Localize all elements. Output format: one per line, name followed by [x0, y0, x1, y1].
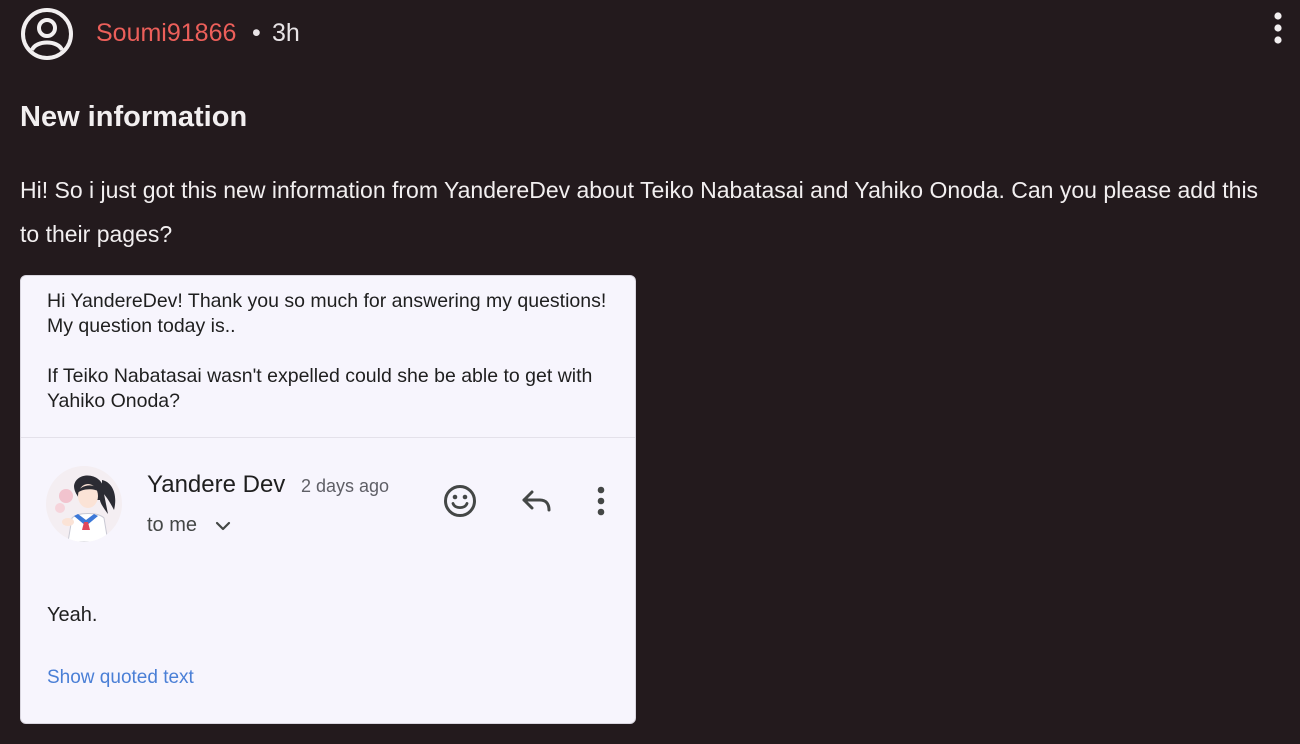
- recipient-label[interactable]: to me: [147, 514, 197, 537]
- chevron-down-icon[interactable]: [213, 516, 233, 536]
- post-author[interactable]: Soumi91866: [96, 19, 236, 48]
- reply-icon[interactable]: [516, 481, 556, 521]
- separator-dot: •: [252, 19, 261, 47]
- show-quoted-text-link[interactable]: Show quoted text: [47, 667, 194, 689]
- sender-avatar: [46, 466, 122, 542]
- email-screenshot: Hi YandereDev! Thank you so much for ans…: [20, 275, 636, 724]
- email-question-intro: Hi YandereDev! Thank you so much for ans…: [47, 290, 607, 337]
- post-time: 3h: [272, 19, 300, 47]
- user-avatar-icon[interactable]: [20, 7, 74, 61]
- sent-time: 2 days ago: [301, 476, 390, 496]
- post-body: Hi! So i just got this new information f…: [20, 177, 1259, 247]
- post-title: New information: [20, 101, 248, 133]
- emoji-icon[interactable]: [440, 481, 480, 521]
- email-question: If Teiko Nabatasai wasn't expelled could…: [47, 365, 593, 412]
- email-reply-body: Yeah.: [47, 604, 98, 626]
- divider: [21, 437, 635, 438]
- sender-name: Yandere Dev: [147, 471, 286, 498]
- post-more-icon[interactable]: [1264, 10, 1292, 46]
- email-more-icon[interactable]: [587, 481, 615, 521]
